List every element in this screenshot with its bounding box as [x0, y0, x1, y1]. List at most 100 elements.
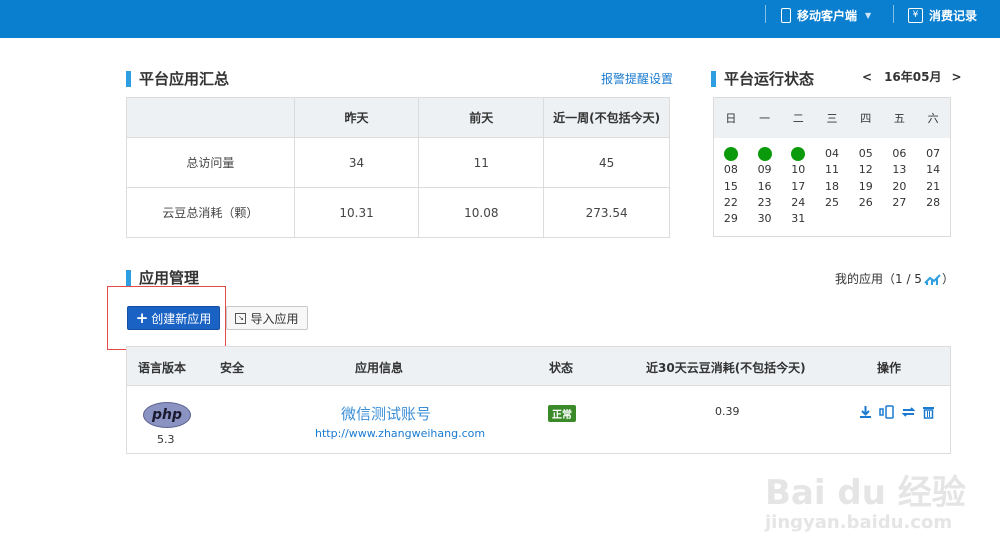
my-apps-counter: 我的应用（1 / 5 ）	[835, 270, 954, 287]
status-dot-icon	[757, 147, 772, 161]
status-title: 平台运行状态	[711, 68, 814, 89]
mobile-client-label: 移动客户端	[797, 8, 858, 23]
section-bar	[126, 269, 131, 286]
calendar-day: 30	[757, 212, 772, 226]
section-bar	[126, 70, 131, 87]
calendar-day: 28	[926, 195, 941, 209]
calendar: 日 一 二 三 四 五 六 04 05 06 07 08 09 10 11 12 13 14 15 16…	[713, 97, 951, 237]
calendar-day	[883, 211, 917, 227]
calendar-day: 20	[892, 179, 907, 193]
col-ops: 操作	[877, 361, 902, 375]
table-cell: 10.08	[418, 187, 544, 238]
summary-title: 平台应用汇总	[126, 68, 229, 89]
prev-month-button[interactable]: <	[862, 70, 872, 84]
topbar-divider	[765, 5, 766, 23]
status-dot	[714, 146, 748, 162]
table-cell: 总访问量	[126, 137, 295, 188]
calendar-day: 26	[858, 195, 873, 209]
weekday: 一	[759, 112, 771, 125]
calendar-month: 16年05月	[884, 70, 942, 84]
php-logo: php	[143, 402, 191, 428]
calendar-day: 23	[757, 195, 772, 209]
table-cell: 云豆总消耗（颗）	[126, 187, 295, 238]
weekday: 日	[725, 112, 737, 125]
calendar-day: 06	[892, 147, 907, 160]
calendar-day: 21	[926, 179, 941, 193]
weekday: 四	[860, 112, 872, 125]
calendar-nav: < 16年05月 >	[862, 68, 962, 85]
status-dot-icon	[791, 147, 806, 161]
col-info: 应用信息	[355, 361, 404, 375]
calendar-day: 13	[892, 163, 907, 177]
calendar-day	[815, 211, 849, 227]
apps-table-header: 语言版本 安全 应用信息 状态 近30天云豆消耗(不包括今天) 操作	[127, 347, 950, 386]
table-cell: 34	[293, 137, 419, 188]
import-icon: ↘	[235, 312, 247, 324]
plus-icon: +	[135, 309, 149, 327]
import-app-button[interactable]: ↘ 导入应用	[226, 306, 308, 330]
apps-title: 应用管理	[126, 267, 199, 288]
create-app-label: 创建新应用	[151, 311, 212, 326]
calendar-day: 19	[858, 179, 873, 193]
my-apps-close: ）	[941, 272, 954, 286]
calendar-day: 24	[791, 195, 806, 209]
table-header: 昨天	[293, 97, 419, 138]
mobile-preview-icon[interactable]	[879, 405, 895, 419]
table-cell: 273.54	[543, 187, 670, 238]
calendar-day: 10	[791, 163, 806, 177]
trash-icon[interactable]	[922, 405, 935, 419]
import-app-label: 导入应用	[250, 311, 299, 326]
chevron-down-icon: ▼	[865, 10, 872, 20]
download-icon[interactable]	[859, 405, 872, 419]
calendar-day: 11	[824, 163, 839, 177]
calendar-day: 07	[926, 147, 941, 160]
calendar-day: 14	[926, 163, 941, 177]
table-row: 总访问量 34 11 45	[126, 137, 670, 188]
chart-icon[interactable]	[924, 273, 942, 285]
apps-table: 语言版本 安全 应用信息 状态 近30天云豆消耗(不包括今天) 操作 php 5…	[126, 346, 951, 454]
app-url-link[interactable]: http://www.zhangweihang.com	[315, 427, 485, 440]
calendar-day: 05	[858, 147, 873, 160]
calendar-day: 18	[824, 179, 839, 193]
table-header: 近一周(不包括今天)	[543, 97, 670, 138]
weekday: 三	[826, 112, 838, 125]
status-dot	[748, 146, 782, 162]
table-cell: 10.31	[293, 187, 419, 238]
col-state: 状态	[549, 361, 574, 375]
calendar-day: 09	[757, 163, 772, 177]
topbar-divider	[893, 5, 894, 23]
table-row: 云豆总消耗（颗） 10.31 10.08 273.54	[126, 187, 670, 238]
status-title-text: 平台运行状态	[724, 70, 815, 88]
calendar-day: 08	[723, 163, 738, 177]
table-cell: 45	[543, 137, 670, 188]
phone-icon	[781, 7, 791, 23]
create-app-button[interactable]: + 创建新应用	[127, 306, 220, 330]
baidu-watermark-logo: Bai du 经验	[765, 473, 966, 513]
alert-settings-link[interactable]: 报警提醒设置	[601, 70, 673, 87]
calendar-day: 17	[791, 179, 806, 193]
app-name-link[interactable]: 微信测试账号	[341, 403, 431, 424]
status-badge: 正常	[548, 405, 576, 422]
my-apps-label: 我的应用（1 / 5	[835, 272, 922, 286]
consumption-records-link[interactable]: ¥ 消费记录	[908, 0, 977, 30]
col-cost: 近30天云豆消耗(不包括今天)	[646, 361, 806, 375]
status-dot	[781, 146, 815, 162]
baidu-watermark-url: jingyan.baidu.com	[765, 512, 953, 533]
next-month-button[interactable]: >	[951, 70, 961, 84]
weekday: 六	[927, 112, 939, 125]
calendar-day: 27	[892, 195, 907, 209]
table-cell: 11	[418, 137, 544, 188]
yen-icon: ¥	[908, 7, 923, 23]
apps-title-text: 应用管理	[139, 269, 200, 287]
calendar-day	[849, 211, 883, 227]
col-language: 语言版本	[138, 361, 187, 375]
weekday: 二	[792, 112, 804, 125]
mobile-client-menu[interactable]: 移动客户端 ▼	[781, 0, 871, 30]
sync-icon[interactable]	[901, 405, 916, 419]
lang-version: 5.3	[157, 433, 175, 446]
status-dot-icon	[723, 147, 738, 161]
summary-title-text: 平台应用汇总	[139, 70, 230, 88]
table-header	[126, 97, 295, 138]
calendar-day: 29	[723, 212, 738, 226]
consumption-label: 消费记录	[929, 8, 978, 23]
